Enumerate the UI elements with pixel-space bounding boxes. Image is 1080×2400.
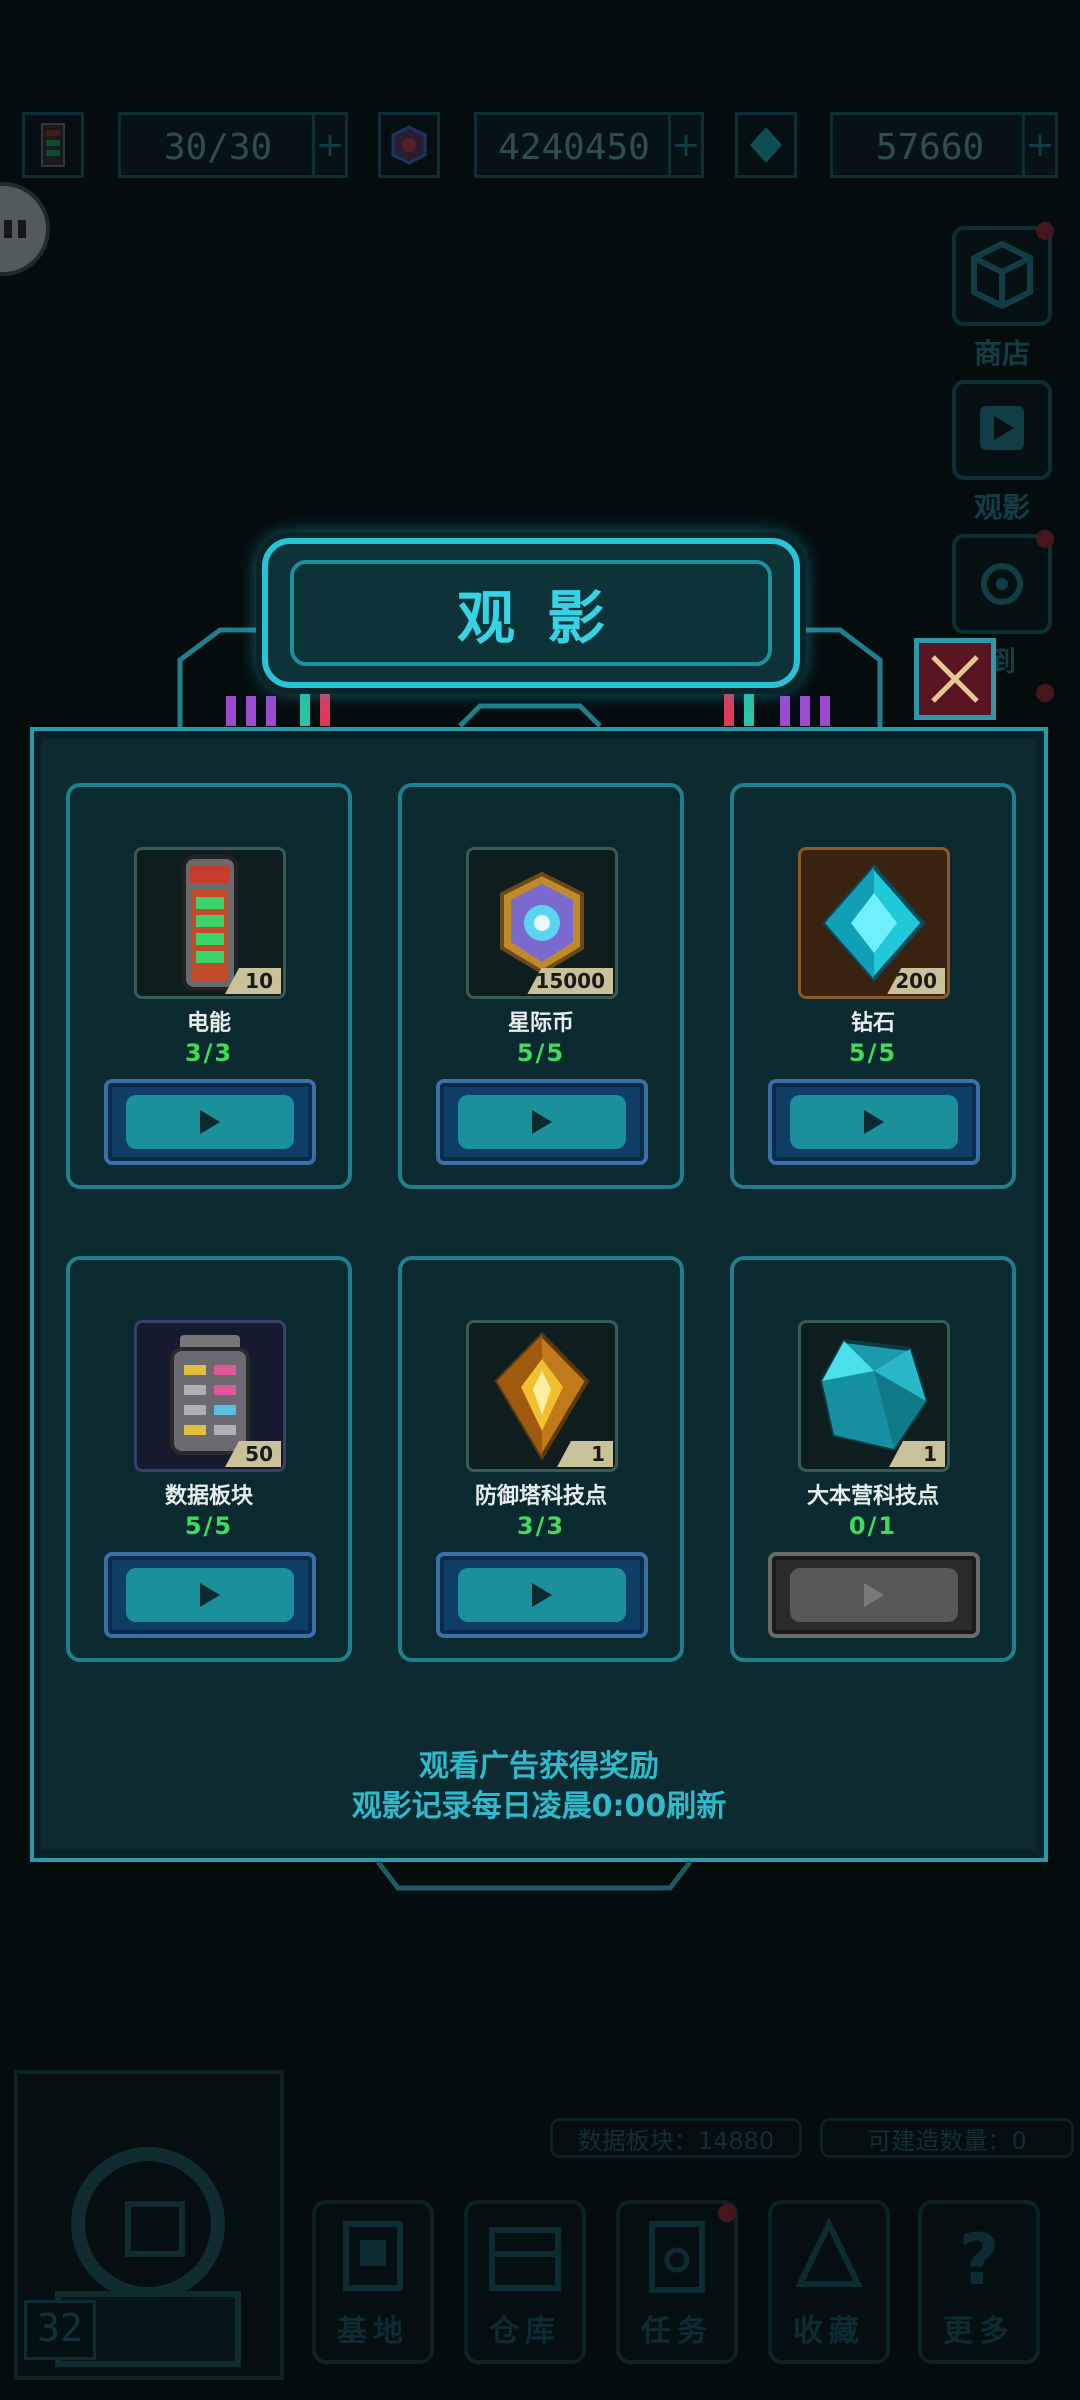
play-icon xyxy=(200,1110,220,1134)
play-icon xyxy=(532,1110,552,1134)
dialog-bottom-decoration xyxy=(376,1860,692,1891)
energy-add-button[interactable]: + xyxy=(312,112,348,178)
energy-value: 30/30 xyxy=(118,112,318,178)
shop-label: 商店 xyxy=(973,337,1030,370)
reward-icon-frame: 10 xyxy=(134,847,286,999)
question-icon: ? xyxy=(959,2219,1000,2301)
reward-card: 10 电能 3/3 xyxy=(66,783,352,1189)
reward-icon-frame: 50 xyxy=(134,1320,286,1472)
play-icon xyxy=(864,1583,884,1607)
reward-card: 200 钻石 5/5 xyxy=(730,783,1016,1189)
reward-name: 数据板块 xyxy=(164,1484,253,1509)
reward-card: 1 防御塔科技点 3/3 xyxy=(398,1256,684,1662)
buildable-info: 可建造数量：0 xyxy=(820,2118,1074,2158)
watch-ad-button[interactable] xyxy=(104,1079,316,1165)
play-icon xyxy=(864,1110,884,1134)
reward-card: 50 数据板块 5/5 xyxy=(66,1256,352,1662)
side-notification-dot xyxy=(1036,684,1054,702)
reward-name: 大本营科技点 xyxy=(806,1484,939,1509)
watch-ad-dialog: 10 电能 3/3 15000 星际币 5/5 200 钻石 5/5 50 数据… xyxy=(30,727,1048,1862)
data-board-info: 数据板块：14880 xyxy=(550,2118,802,2158)
watch-ad-button[interactable] xyxy=(952,380,1052,480)
reward-watch-count: 3/3 xyxy=(184,1039,234,1067)
coin-add-button[interactable]: + xyxy=(668,112,704,178)
reward-quantity: 15000 xyxy=(527,968,613,994)
signin-notification-dot xyxy=(1036,530,1054,548)
reward-watch-count: 5/5 xyxy=(516,1039,566,1067)
diamond-icon xyxy=(822,863,926,983)
reward-icon-frame: 1 xyxy=(466,1320,618,1472)
star-coin-icon xyxy=(500,871,584,975)
warehouse-icon xyxy=(489,2227,561,2291)
reward-watch-count: 5/5 xyxy=(184,1512,234,1540)
nav-tasks-label: 任务 xyxy=(641,2314,713,2349)
reward-name: 钻石 xyxy=(850,1011,895,1036)
tasks-notification-dot xyxy=(718,2204,736,2222)
collection-icon xyxy=(795,2217,863,2287)
diamond-add-button[interactable]: + xyxy=(1022,112,1058,178)
reward-card: 1 大本营科技点 0/1 xyxy=(730,1256,1016,1662)
reward-watch-count: 0/1 xyxy=(848,1512,898,1540)
nav-base-button[interactable]: 基地 xyxy=(312,2200,434,2364)
dialog-title-plate: 观影 xyxy=(262,538,800,688)
nav-collection-button[interactable]: 收藏 xyxy=(768,2200,890,2364)
diamond-resource-icon xyxy=(735,112,797,178)
base-icon xyxy=(343,2221,403,2291)
reward-name: 星际币 xyxy=(507,1011,574,1036)
watch-ad-button[interactable] xyxy=(436,1079,648,1165)
watch-ad-button[interactable] xyxy=(768,1079,980,1165)
flower-icon xyxy=(981,563,1023,605)
close-icon xyxy=(931,655,979,703)
reward-name: 电能 xyxy=(186,1011,231,1036)
level-badge: 32 xyxy=(24,2300,96,2360)
reward-card: 15000 星际币 5/5 xyxy=(398,783,684,1189)
nav-warehouse-button[interactable]: 仓库 xyxy=(464,2200,586,2364)
dialog-title: 观影 xyxy=(456,584,637,652)
watch-ad-button-disabled[interactable] xyxy=(768,1552,980,1638)
diamond-value: 57660 xyxy=(830,112,1030,178)
watch-ad-label: 观影 xyxy=(973,491,1030,524)
close-button[interactable] xyxy=(914,638,996,720)
svg-text:?: ? xyxy=(959,2219,1000,2301)
dialog-hint-line2: 观影记录每日凌晨0:00刷新 xyxy=(351,1789,727,1824)
play-icon xyxy=(532,1583,552,1607)
watch-ad-button[interactable] xyxy=(436,1552,648,1638)
cube-icon xyxy=(971,240,1033,310)
nav-more-button[interactable]: ? 更多 xyxy=(918,2200,1040,2364)
reward-name: 防御塔科技点 xyxy=(474,1484,607,1509)
shop-notification-dot xyxy=(1036,222,1054,240)
nav-warehouse-label: 仓库 xyxy=(489,2314,561,2349)
nav-more-label: 更多 xyxy=(943,2314,1015,2349)
energy-resource-icon xyxy=(22,112,84,178)
coin-value: 4240450 xyxy=(474,112,674,178)
signin-button[interactable] xyxy=(952,534,1052,634)
reward-watch-count: 5/5 xyxy=(848,1039,898,1067)
play-icon xyxy=(980,406,1024,450)
reward-icon-frame: 1 xyxy=(798,1320,950,1472)
nav-base-label: 基地 xyxy=(337,2314,409,2349)
play-icon xyxy=(200,1583,220,1607)
dialog-hint-line1: 观看广告获得奖励 xyxy=(419,1749,659,1784)
reward-watch-count: 3/3 xyxy=(516,1512,566,1540)
shop-button[interactable] xyxy=(952,226,1052,326)
nav-tasks-button[interactable]: 任务 xyxy=(616,2200,738,2364)
coin-resource-icon xyxy=(378,112,440,178)
reward-icon-frame: 15000 xyxy=(466,847,618,999)
reward-icon-frame: 200 xyxy=(798,847,950,999)
task-icon xyxy=(649,2221,705,2293)
watch-ad-button[interactable] xyxy=(104,1552,316,1638)
robot-assistant-icon[interactable] xyxy=(0,182,50,276)
nav-collection-label: 收藏 xyxy=(793,2314,865,2349)
